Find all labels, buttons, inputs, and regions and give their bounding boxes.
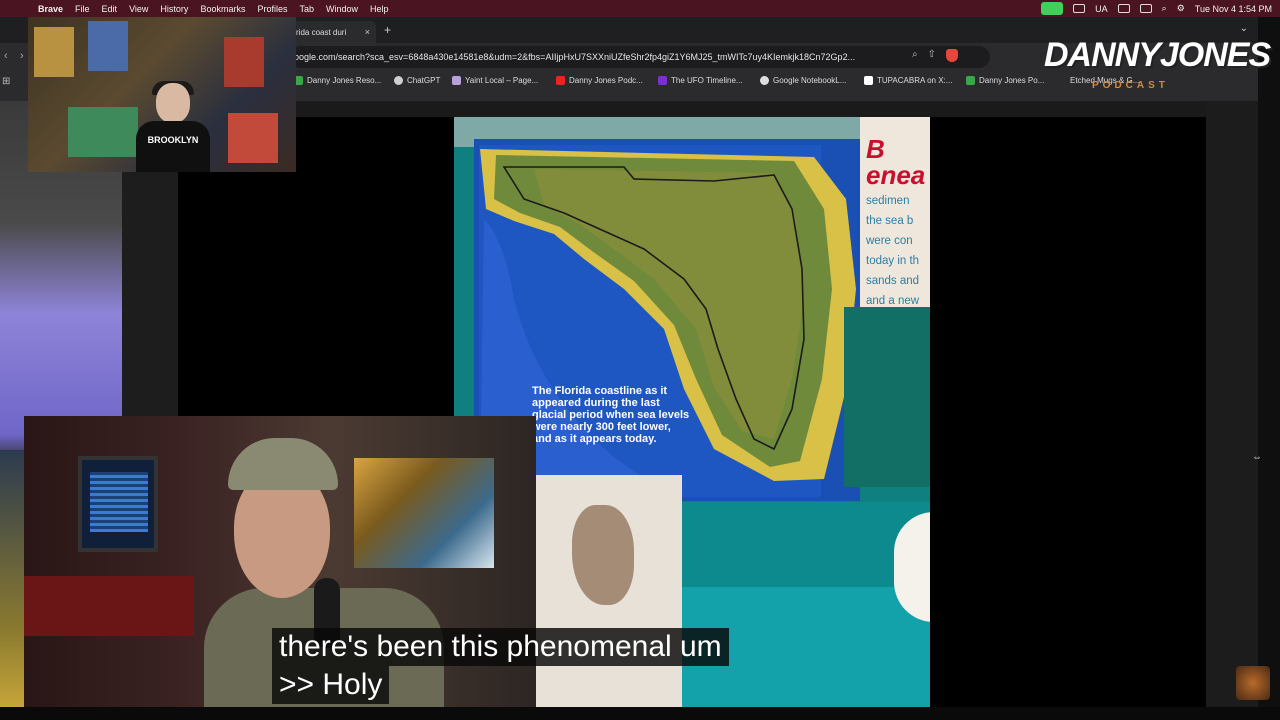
background-monitor [78, 456, 158, 552]
menu-app-brave[interactable]: Brave [38, 4, 63, 14]
wall-poster [224, 37, 264, 87]
tab-search-icon[interactable]: ⌄ [1240, 23, 1248, 34]
bookmark-item[interactable]: ChatGPT [394, 76, 440, 85]
menu-profiles[interactable]: Profiles [257, 4, 287, 14]
bookmark-item[interactable]: Danny Jones Po... [966, 76, 1044, 85]
apps-grid-icon[interactable]: ⊞ [2, 76, 10, 87]
search-icon[interactable]: ⌕ [1162, 3, 1167, 14]
tray-control-icon[interactable] [1139, 4, 1152, 13]
chatgpt-icon [394, 76, 403, 85]
bookmark-favicon-icon [452, 76, 461, 85]
share-icon[interactable]: ⇧ [928, 49, 936, 62]
address-bar-actions: ⌕ ⇧ [912, 49, 958, 62]
exhibit-slope [844, 307, 930, 487]
menu-bookmarks[interactable]: Bookmarks [200, 4, 245, 14]
wall-poster [228, 113, 278, 163]
menu-history[interactable]: History [160, 4, 188, 14]
caption-line-1: there's been this phenomenal um [272, 628, 729, 666]
video-captions: there's been this phenomenal um >> Holy [272, 628, 729, 704]
menubar-clock[interactable]: Tue Nov 4 1:54 PM [1195, 4, 1272, 14]
bookmark-item[interactable]: TUPACABRA on X:... [864, 76, 952, 85]
side-text-line: the sea b [866, 215, 914, 227]
brave-shield-icon[interactable] [946, 49, 958, 62]
tab-close-icon[interactable]: × [365, 27, 370, 37]
side-text-line: today in th [866, 255, 920, 267]
address-bar[interactable]: oogle.com/search?sca_esv=6848a430e14581e… [290, 46, 990, 68]
address-bar-url: oogle.com/search?sca_esv=6848a430e14581e… [294, 52, 856, 62]
menu-tab[interactable]: Tab [299, 4, 314, 14]
menubar-status-area: UA ⌕ ⚙ Tue Nov 4 1:54 PM [1041, 0, 1272, 17]
logo-wordmark: DANNYJONES [1044, 36, 1271, 74]
notebooklm-icon [760, 76, 769, 85]
background-window-left-lower [0, 450, 24, 707]
new-tab-button[interactable]: + [384, 23, 391, 37]
tray-window-icon[interactable] [1073, 4, 1086, 13]
bookmark-item[interactable]: Danny Jones Podc... [556, 76, 643, 85]
window-edge [1258, 17, 1280, 707]
bookmark-favicon-icon [658, 76, 667, 85]
bookmark-item[interactable]: Yaint Local – Page... [452, 76, 538, 85]
menu-edit[interactable]: Edit [102, 4, 118, 14]
fossil-rock [572, 505, 634, 605]
side-text-line: sedimen [866, 195, 910, 207]
resize-handle-icon[interactable]: ⇔ [1252, 452, 1262, 463]
side-text-line: were con [866, 235, 913, 247]
screen: Brave File Edit View History Bookmarks P… [0, 0, 1280, 720]
bookmark-item[interactable]: The UFO Timeline... [658, 76, 743, 85]
forward-arrow-icon[interactable]: › [20, 50, 24, 62]
x-icon [864, 76, 873, 85]
side-text-line: sands and [866, 275, 920, 287]
host-shirt: BROOKLYN [136, 121, 210, 172]
input-source-indicator[interactable]: UA [1095, 4, 1108, 14]
menu-help[interactable]: Help [370, 4, 389, 14]
logo-subtitle: PODCAST [1092, 80, 1169, 91]
bottom-bar [0, 707, 1280, 720]
wall-poster [68, 107, 138, 157]
wall-poster [88, 21, 128, 71]
right-margin [1206, 101, 1258, 707]
back-arrow-icon[interactable]: ‹ [4, 50, 8, 62]
control-center-icon[interactable]: ⚙ [1177, 3, 1185, 14]
host-head [156, 83, 190, 123]
screen-recording-icon[interactable] [1041, 2, 1064, 15]
youtube-icon [556, 76, 565, 85]
host-person: BROOKLYN [136, 81, 210, 172]
red-desk-equipment [24, 576, 194, 636]
map-caption: The Florida coastline as it appeared dur… [532, 385, 690, 445]
menu-view[interactable]: View [129, 4, 148, 14]
channel-avatar[interactable] [1236, 666, 1270, 700]
drop-cap: B enea [866, 134, 926, 190]
menu-window[interactable]: Window [326, 4, 358, 14]
bookmark-item[interactable]: Google NotebookL... [760, 76, 846, 85]
caption-line-2: >> Holy [272, 666, 390, 704]
tab-title: rida coast duri [296, 27, 347, 37]
wall-poster [34, 27, 74, 77]
bookmark-item[interactable]: Danny Jones Reso... [294, 76, 381, 85]
guest-hat [228, 438, 338, 490]
menu-file[interactable]: File [75, 4, 90, 14]
tab-active[interactable]: rida coast duri × [290, 21, 376, 43]
tray-display-icon[interactable] [1117, 4, 1130, 13]
bookmark-favicon-icon [966, 76, 975, 85]
webcam-host-top: BROOKLYN [28, 17, 296, 172]
podcast-logo: DANNYJONES PODCAST [1044, 36, 1271, 96]
exhibit-side-text: B enea sedimen the sea b were con today … [866, 136, 930, 311]
zoom-icon[interactable]: ⌕ [912, 49, 918, 62]
macos-menubar: Brave File Edit View History Bookmarks P… [0, 0, 1280, 17]
